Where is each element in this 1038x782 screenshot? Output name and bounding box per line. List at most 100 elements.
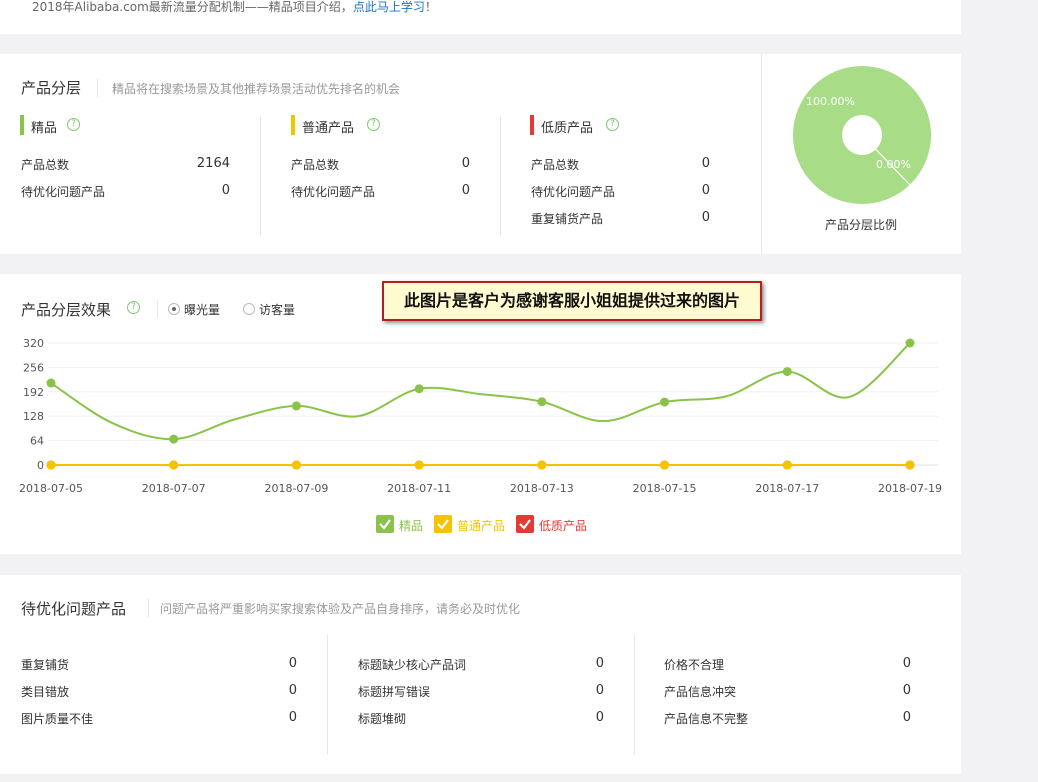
issue-label: 标题缺少核心产品词: [358, 658, 467, 672]
checkbox-icon[interactable]: [376, 515, 394, 533]
tier-row-value: 0: [701, 210, 710, 225]
x-tick-label: 2018-07-05: [19, 482, 83, 495]
chart-legend: 精品 普通产品 低质产品: [0, 514, 961, 536]
data-point-1[interactable]: [169, 460, 179, 470]
issue-value: 0: [288, 683, 297, 698]
tier-row-value: 0: [221, 183, 230, 198]
y-tick-label: 64: [30, 435, 44, 448]
issue-label: 图片质量不佳: [21, 712, 94, 726]
issue-label: 标题堆砌: [358, 712, 407, 726]
y-tick-label: 192: [23, 386, 44, 399]
data-point-1[interactable]: [660, 460, 670, 470]
donut-caption: 产品分层比例: [825, 218, 898, 232]
tiers-title: 产品分层: [21, 79, 82, 97]
radio-visitors-dot[interactable]: [243, 303, 255, 315]
notice-text: 2018年Alibaba.com最新流量分配机制——精品项目介绍，: [32, 0, 353, 14]
legend-label: 精品: [399, 519, 424, 533]
issue-value: 0: [288, 656, 297, 671]
issue-value: 0: [902, 683, 911, 698]
tier-row-value: 0: [461, 156, 470, 171]
data-point-0[interactable]: [291, 401, 301, 411]
y-tick-label: 256: [23, 361, 44, 374]
tier-row-label: 待优化问题产品: [291, 185, 376, 199]
data-point-1[interactable]: [46, 460, 56, 470]
issue-label: 价格不合理: [664, 658, 725, 672]
annotation-banner: 此图片是客户为感谢客服小姐姐提供过来的图片: [382, 281, 762, 321]
series-line-0: [50, 342, 911, 441]
issue-value: 0: [595, 683, 604, 698]
issues-title: 待优化问题产品: [21, 600, 127, 618]
notice-bar: 2018年Alibaba.com最新流量分配机制——精品项目介绍，点此马上学习！: [32, 0, 437, 15]
donut-label-main: 100.00%: [806, 95, 855, 108]
help-icon[interactable]: ?: [367, 118, 380, 131]
help-icon[interactable]: ?: [606, 118, 619, 131]
x-tick-label: 2018-07-13: [510, 482, 574, 495]
tier-name: 低质产品: [541, 121, 594, 136]
data-point-0[interactable]: [660, 397, 670, 407]
help-icon[interactable]: ?: [127, 301, 140, 314]
notice-card: 2018年Alibaba.com最新流量分配机制——精品项目介绍，点此马上学习！: [0, 0, 961, 34]
radio-visitors-label: 访客量: [259, 303, 296, 317]
notice-link[interactable]: 点此马上学习: [353, 0, 425, 14]
data-point-0[interactable]: [905, 338, 915, 348]
issue-value: 0: [902, 710, 911, 725]
notice-suffix: ！: [424, 0, 437, 14]
issue-label: 产品信息不完整: [664, 712, 749, 726]
y-tick-label: 0: [37, 459, 44, 472]
issue-label: 类目错放: [21, 685, 70, 699]
tier-color-bar: [530, 115, 534, 135]
issue-value: 0: [595, 710, 604, 725]
data-point-1[interactable]: [782, 460, 792, 470]
data-point-0[interactable]: [46, 378, 56, 388]
data-point-1[interactable]: [537, 460, 547, 470]
x-tick-label: 2018-07-07: [142, 482, 206, 495]
tier-row-value: 0: [461, 183, 470, 198]
tier-row-value: 0: [701, 156, 710, 171]
tier-row-label: 待优化问题产品: [21, 185, 106, 199]
issue-value: 0: [288, 710, 297, 725]
tiers-description: 精品将在搜索场景及其他推荐场景活动优先排名的机会: [112, 82, 401, 96]
tiers-card: 产品分层 精品将在搜索场景及其他推荐场景活动优先排名的机会 精品 ? 产品总数 …: [0, 54, 961, 254]
radio-exposure-dot[interactable]: [168, 303, 180, 315]
tier-row-label: 产品总数: [531, 158, 580, 172]
issue-value: 0: [595, 656, 604, 671]
issue-label: 产品信息冲突: [664, 685, 737, 699]
tier-color-bar: [20, 115, 24, 135]
issues-card: 待优化问题产品 问题产品将严重影响买家搜索体验及产品自身排序，请务必及时优化 重…: [0, 575, 961, 774]
x-tick-label: 2018-07-17: [755, 482, 819, 495]
data-point-1[interactable]: [291, 460, 301, 470]
data-point-1[interactable]: [414, 460, 424, 470]
tier-row-value: 2164: [196, 156, 230, 171]
data-point-0[interactable]: [414, 384, 424, 394]
help-icon[interactable]: ?: [67, 118, 80, 131]
radio-exposure-label: 曝光量: [184, 303, 221, 317]
issue-value: 0: [902, 656, 911, 671]
x-tick-label: 2018-07-11: [387, 482, 451, 495]
tier-row-label: 产品总数: [291, 158, 340, 172]
x-tick-label: 2018-07-09: [264, 482, 328, 495]
tier-row-value: 0: [701, 183, 710, 198]
data-point-1[interactable]: [905, 460, 915, 470]
tier-name: 普通产品: [302, 121, 355, 136]
data-point-0[interactable]: [169, 434, 179, 444]
tier-row-label: 重复铺货产品: [531, 212, 604, 226]
tier-ratio-donut: [793, 66, 931, 204]
data-point-0[interactable]: [537, 397, 547, 407]
issue-label: 重复铺货: [21, 658, 70, 672]
y-tick-label: 128: [23, 410, 44, 423]
checkbox-icon[interactable]: [434, 515, 452, 533]
effect-card: 产品分层效果 ? 曝光量 访客量 此图片是客户为感谢客服小姐姐提供过来的图片 0…: [0, 274, 961, 554]
issues-description: 问题产品将严重影响买家搜索体验及产品自身排序，请务必及时优化: [160, 602, 521, 616]
tier-color-bar: [291, 115, 295, 135]
donut-label-minor: 0.00%: [876, 158, 911, 171]
checkbox-icon[interactable]: [516, 515, 534, 533]
x-tick-label: 2018-07-15: [633, 482, 697, 495]
tier-row-label: 待优化问题产品: [531, 185, 616, 199]
legend-label: 普通产品: [457, 519, 506, 533]
data-point-0[interactable]: [782, 367, 792, 377]
tier-name: 精品: [31, 121, 58, 136]
tier-row-label: 产品总数: [21, 158, 70, 172]
issue-label: 标题拼写错误: [358, 685, 431, 699]
legend-label: 低质产品: [539, 519, 588, 533]
y-tick-label: 320: [23, 337, 44, 350]
